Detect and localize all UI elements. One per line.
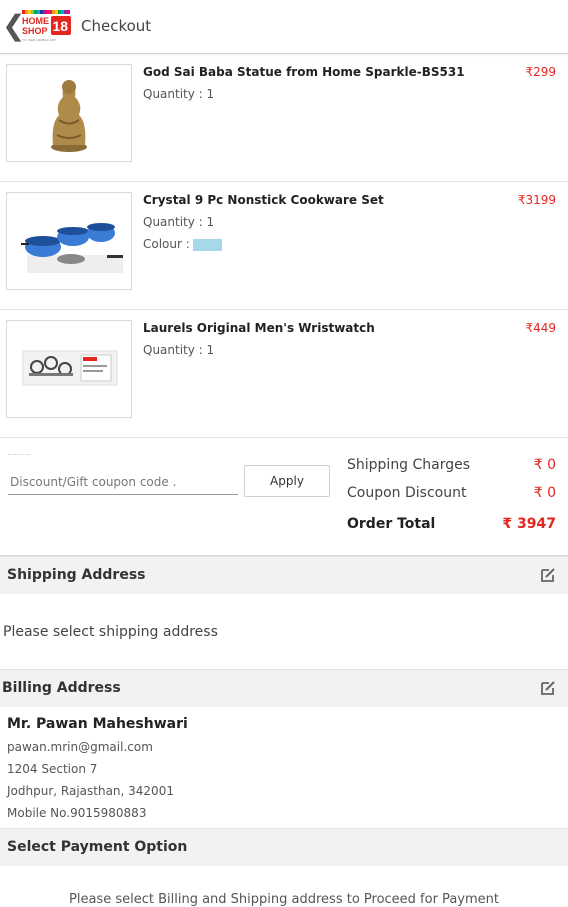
order-total-value: ₹ 3947 xyxy=(502,516,556,532)
product-thumbnail[interactable] xyxy=(6,192,132,290)
billing-name: Mr. Pawan Maheshwari xyxy=(7,716,188,732)
app-header: ❮ HOME SHOP 18 TV | WEB | MOBILE APP Che… xyxy=(0,0,568,54)
product-thumbnail[interactable] xyxy=(6,64,132,162)
product-quantity: Quantity : 1 xyxy=(143,343,215,357)
billing-address-line: Jodhpur, Rajasthan, 342001 xyxy=(7,784,174,798)
page-title: Checkout xyxy=(81,17,152,35)
section-title: Shipping Address xyxy=(7,567,146,583)
logo-number: 18 xyxy=(53,18,69,34)
shipping-address-header[interactable]: Shipping Address xyxy=(0,556,568,594)
product-price: ₹449 xyxy=(525,321,556,335)
divider xyxy=(8,454,30,455)
payment-option-header[interactable]: Select Payment Option xyxy=(0,828,568,866)
product-price: ₹299 xyxy=(525,65,556,79)
billing-email: pawan.mrin@gmail.com xyxy=(7,740,153,754)
shipping-charges-label: Shipping Charges xyxy=(347,457,471,473)
billing-mobile: Mobile No.9015980883 xyxy=(7,806,147,820)
statue-image xyxy=(51,80,87,152)
homeshop18-logo[interactable]: HOME SHOP 18 TV | WEB | MOBILE APP xyxy=(22,10,74,44)
billing-address-line: 1204 Section 7 xyxy=(7,762,98,776)
cart-item[interactable]: God Sai Baba Statue from Home Sparkle-BS… xyxy=(0,54,568,182)
colour-swatch xyxy=(192,238,222,251)
section-title: Select Payment Option xyxy=(7,839,188,855)
product-quantity: Quantity : 1 xyxy=(143,215,215,229)
product-quantity: Quantity : 1 xyxy=(143,87,215,101)
logo-text-shop: SHOP xyxy=(22,26,48,36)
edit-icon[interactable] xyxy=(540,680,556,696)
logo-tagline: TV | WEB | MOBILE APP xyxy=(22,38,56,42)
cart-item[interactable]: Crystal 9 Pc Nonstick Cookware Set ₹3199… xyxy=(0,182,568,310)
edit-icon[interactable] xyxy=(540,567,556,583)
product-name[interactable]: God Sai Baba Statue from Home Sparkle-BS… xyxy=(143,65,465,79)
wristwatch-image xyxy=(22,350,118,386)
apply-coupon-button[interactable]: Apply xyxy=(244,465,330,497)
cart-item[interactable]: Laurels Original Men's Wristwatch ₹449 Q… xyxy=(0,310,568,438)
cookware-image xyxy=(21,223,123,273)
product-name[interactable]: Crystal 9 Pc Nonstick Cookware Set xyxy=(143,193,384,207)
product-thumbnail[interactable] xyxy=(6,320,132,418)
shipping-address-message: Please select shipping address xyxy=(3,624,218,640)
shipping-charges-value: ₹ 0 xyxy=(533,457,556,473)
section-title: Billing Address xyxy=(2,680,121,696)
coupon-discount-label: Coupon Discount xyxy=(347,485,467,501)
coupon-summary-section: Apply Shipping Charges ₹ 0 Coupon Discou… xyxy=(0,436,568,556)
colour-label: Colour : xyxy=(143,237,190,251)
product-price: ₹3199 xyxy=(517,193,556,207)
logo-text-home: HOME xyxy=(22,16,49,26)
coupon-discount-value: ₹ 0 xyxy=(533,485,556,501)
product-colour: Colour : xyxy=(143,237,222,251)
billing-address-header[interactable]: Billing Address xyxy=(0,669,568,707)
product-name[interactable]: Laurels Original Men's Wristwatch xyxy=(143,321,375,335)
coupon-code-input[interactable] xyxy=(8,470,238,495)
order-total-label: Order Total xyxy=(347,516,436,532)
